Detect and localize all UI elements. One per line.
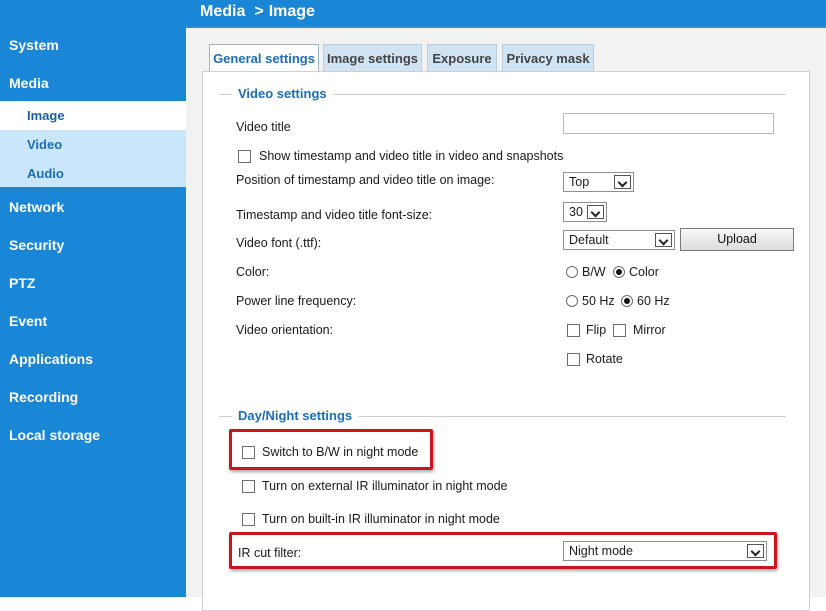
chevron-down-icon	[587, 205, 604, 219]
breadcrumb-page: Image	[268, 3, 315, 20]
chevron-down-icon	[655, 233, 672, 247]
video-title-input[interactable]	[563, 113, 774, 134]
sidebar-item-recording[interactable]: Recording	[9, 389, 78, 405]
show-timestamp-checkbox[interactable]	[238, 150, 251, 163]
rotate-checkbox[interactable]	[567, 353, 580, 366]
sidebar-item-event[interactable]: Event	[9, 313, 47, 329]
external-ir-label: Turn on external IR illuminator in night…	[262, 479, 508, 493]
video-font-value: Default	[569, 233, 609, 247]
video-font-select[interactable]: Default	[563, 230, 675, 250]
breadcrumb-separator: >	[254, 3, 264, 20]
sidebar-item-local-storage[interactable]: Local storage	[9, 427, 100, 443]
sidebar-item-media[interactable]: Media	[9, 75, 49, 91]
builtin-ir-label: Turn on built-in IR illuminator in night…	[262, 512, 500, 526]
tab-general-settings[interactable]: General settings	[209, 44, 319, 73]
power-50hz-label: 50 Hz	[582, 294, 615, 308]
tab-image-settings[interactable]: Image settings	[323, 44, 422, 71]
sidebar-item-security[interactable]: Security	[9, 237, 64, 253]
color-label: Color:	[236, 265, 270, 279]
sidebar-item-applications[interactable]: Applications	[9, 351, 93, 367]
video-font-label: Video font (.ttf):	[236, 236, 322, 250]
font-size-label: Timestamp and video title font-size:	[236, 208, 433, 222]
mirror-label: Mirror	[633, 323, 666, 337]
chevron-down-icon	[614, 175, 631, 189]
sidebar-subitem-image[interactable]: Image	[0, 101, 186, 130]
sidebar: System Media Image Video Audio Network S…	[0, 0, 186, 597]
sidebar-subitem-video[interactable]: Video	[0, 130, 186, 159]
tab-privacy-mask[interactable]: Privacy mask	[502, 44, 594, 71]
media-submenu: Image Video Audio	[0, 101, 186, 187]
day-night-legend: Day/Night settings	[232, 408, 359, 423]
font-size-select[interactable]: 30	[563, 202, 607, 222]
highlight-box-ir-cut	[229, 532, 777, 569]
tab-exposure[interactable]: Exposure	[427, 44, 497, 71]
timestamp-position-select[interactable]: Top	[563, 172, 634, 192]
video-settings-legend: Video settings	[232, 86, 333, 101]
builtin-ir-checkbox[interactable]	[242, 513, 255, 526]
timestamp-position-value: Top	[569, 175, 590, 189]
show-timestamp-label: Show timestamp and video title in video …	[259, 149, 564, 163]
video-title-label: Video title	[236, 120, 291, 134]
flip-checkbox[interactable]	[567, 324, 580, 337]
power-60hz-radio[interactable]	[621, 295, 633, 307]
color-bw-radio[interactable]	[566, 266, 578, 278]
page-header: Media > Image	[186, 0, 826, 26]
external-ir-checkbox[interactable]	[242, 480, 255, 493]
sidebar-subitem-audio[interactable]: Audio	[0, 159, 186, 188]
breadcrumb: Media > Image	[200, 3, 315, 21]
sidebar-item-network[interactable]: Network	[9, 199, 64, 215]
color-bw-label: B/W	[582, 265, 606, 279]
mirror-checkbox[interactable]	[613, 324, 626, 337]
color-color-label: Color	[629, 265, 659, 279]
highlight-box-switch-bw	[229, 429, 433, 470]
power-50hz-radio[interactable]	[566, 295, 578, 307]
power-line-label: Power line frequency:	[236, 294, 357, 308]
color-color-radio[interactable]	[613, 266, 625, 278]
upload-button[interactable]: Upload	[680, 228, 794, 251]
sidebar-item-ptz[interactable]: PTZ	[9, 275, 35, 291]
rotate-label: Rotate	[586, 352, 623, 366]
power-60hz-label: 60 Hz	[637, 294, 670, 308]
timestamp-position-label: Position of timestamp and video title on…	[236, 173, 495, 187]
sidebar-item-system[interactable]: System	[9, 37, 59, 53]
font-size-value: 30	[569, 205, 583, 219]
flip-label: Flip	[586, 323, 607, 337]
breadcrumb-section: Media	[200, 3, 246, 20]
orientation-label: Video orientation:	[236, 323, 334, 337]
